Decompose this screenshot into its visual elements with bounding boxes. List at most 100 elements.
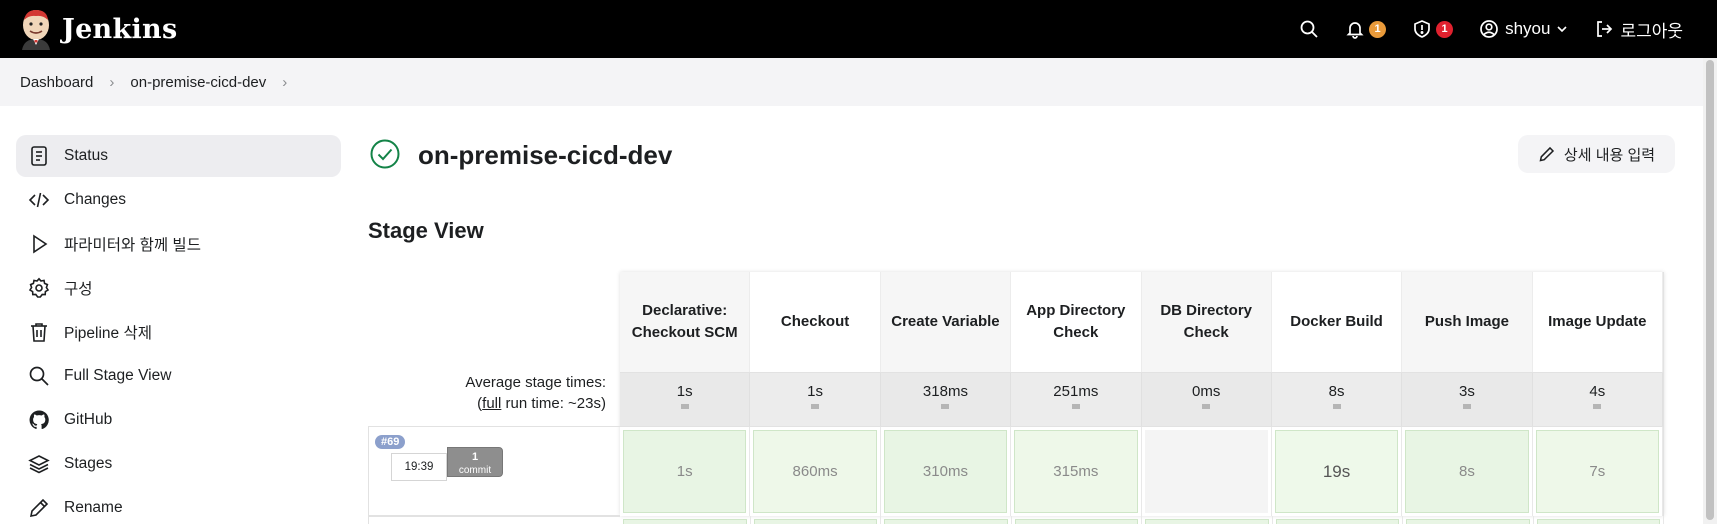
stage-table: Declarative: Checkout SCM Checkout Creat…	[620, 272, 1664, 516]
stage-header-row: Declarative: Checkout SCM Checkout Creat…	[620, 272, 1663, 372]
next-build-info	[368, 516, 620, 524]
sidebar-item-build-with-parameters[interactable]: 파라미터와 함께 빌드	[16, 223, 341, 265]
stage-result-cell[interactable]	[1142, 427, 1272, 516]
average-time: 1s	[807, 383, 823, 400]
sidebar-item-full-stage-view[interactable]: Full Stage View	[16, 355, 341, 397]
stage-header: App Directory Check	[1011, 272, 1142, 372]
sidebar-item-label: Status	[64, 147, 108, 164]
average-bar	[1462, 404, 1471, 409]
stage-duration: 8s	[1405, 430, 1529, 513]
logout-button[interactable]: 로그아웃	[1594, 17, 1683, 42]
average-time: 251ms	[1053, 383, 1099, 400]
breadcrumb-separator-icon: ›	[109, 73, 115, 91]
stage-view-heading: Stage View	[368, 218, 484, 243]
stage-header: DB Directory Check	[1141, 272, 1272, 372]
pencil-icon	[29, 498, 49, 518]
average-time-cell: 1s	[620, 373, 751, 426]
breadcrumb-dashboard[interactable]: Dashboard	[20, 74, 93, 91]
security-button[interactable]: 1	[1412, 19, 1454, 39]
stage-duration: 860ms	[753, 430, 877, 513]
breadcrumb-job[interactable]: on-premise-cicd-dev	[130, 74, 266, 91]
average-time-cell: 251ms	[1011, 373, 1142, 426]
next-stage-cell	[1403, 516, 1534, 524]
logout-label: 로그아웃	[1620, 21, 1683, 41]
average-time: 3s	[1459, 383, 1475, 400]
average-time-cell: 4s	[1532, 373, 1663, 426]
jenkins-logo[interactable]: Jenkins	[18, 8, 177, 50]
stage-duration	[1144, 430, 1268, 513]
average-time-cell: 8s	[1271, 373, 1403, 426]
average-times-row: 1s 1s 318ms 251ms 0ms 8s 3s 4s	[620, 372, 1663, 426]
avg-label-suffix: run time: ~23s)	[501, 395, 606, 412]
stage-header: Push Image	[1402, 272, 1533, 372]
notifications-button[interactable]: 1	[1345, 19, 1387, 39]
sidebar-item-github[interactable]: GitHub	[16, 399, 341, 441]
stage-result-cell[interactable]: 310ms	[881, 427, 1012, 516]
next-stage-cell	[1012, 516, 1142, 524]
avg-label-line2: (full run time: ~23s)	[368, 393, 606, 414]
average-bar	[1332, 404, 1341, 409]
page-scrollbar[interactable]	[1703, 58, 1717, 524]
stage-duration: 1s	[623, 430, 747, 513]
edit-description-button[interactable]: 상세 내용 입력	[1518, 135, 1675, 173]
build-time: 19:39	[391, 453, 447, 481]
next-stage-cell	[1534, 516, 1664, 524]
sidebar-item-label: Changes	[64, 191, 127, 208]
stage-header: Docker Build	[1271, 272, 1403, 372]
sidebar-item-label: 파라미터와 함께 빌드	[64, 237, 201, 254]
shield-alert-icon	[1414, 20, 1430, 38]
sidebar-item-label: Full Stage View	[64, 367, 172, 384]
commit-count-number: 1	[471, 451, 479, 463]
stage-header: Image Update	[1532, 272, 1663, 372]
breadcrumb-separator-icon[interactable]: ›	[282, 74, 287, 91]
code-icon	[28, 192, 50, 208]
average-bar	[941, 404, 950, 409]
stage-result-cell[interactable]: 19s	[1272, 427, 1403, 516]
stage-duration: 7s	[1535, 430, 1659, 513]
edit-description-label: 상세 내용 입력	[1563, 146, 1656, 164]
search-icon	[1300, 20, 1318, 38]
average-stage-times-label: Average stage times: (full run time: ~23…	[368, 372, 606, 414]
stage-result-cell[interactable]: 315ms	[1011, 427, 1142, 516]
logout-icon	[1597, 21, 1613, 37]
user-menu[interactable]: shyou	[1479, 19, 1568, 39]
sidebar-item-rename[interactable]: Rename	[16, 487, 341, 524]
search-icon	[29, 366, 49, 386]
commit-count[interactable]: 1 commit	[447, 447, 503, 477]
sidebar-item-status[interactable]: Status	[16, 135, 341, 177]
sidebar-item-stages[interactable]: Stages	[16, 443, 341, 485]
build-number-badge[interactable]: #69	[375, 435, 406, 449]
average-time: 318ms	[922, 383, 968, 400]
stage-result-cell[interactable]: 8s	[1402, 427, 1533, 516]
jenkins-butler-icon	[22, 10, 50, 50]
sidebar-item-configure[interactable]: 구성	[16, 267, 341, 309]
sidebar-item-label: Stages	[64, 455, 113, 472]
stage-duration: 19s	[1274, 430, 1399, 513]
layers-icon	[28, 455, 50, 474]
success-check-icon	[370, 139, 400, 169]
average-time: 4s	[1589, 383, 1606, 400]
next-stage-cell	[881, 516, 1012, 524]
sidebar-item-changes[interactable]: Changes	[16, 179, 341, 221]
scrollbar-thumb[interactable]	[1706, 60, 1714, 520]
sidebar: Status Changes 파라미터와 함께 빌드 구성 Pipeline 삭…	[16, 135, 341, 524]
stage-result-cell[interactable]: 7s	[1533, 427, 1663, 516]
stage-result-cell[interactable]: 860ms	[750, 427, 881, 516]
trash-icon	[31, 323, 47, 342]
user-name: shyou	[1505, 19, 1551, 38]
stage-result-cell[interactable]: 1s	[620, 427, 751, 516]
sidebar-item-label: GitHub	[64, 411, 113, 428]
gear-icon	[28, 277, 50, 298]
average-time-cell: 3s	[1402, 373, 1533, 426]
full-run-time-link[interactable]: full	[482, 395, 501, 412]
bell-icon	[1346, 22, 1364, 39]
chevron-down-icon	[1557, 26, 1568, 33]
user-icon	[1480, 20, 1498, 38]
build-run-row: 1s 860ms 310ms 315ms 19s 8s 7s	[620, 426, 1663, 516]
search-button[interactable]	[1299, 19, 1319, 39]
document-icon	[31, 146, 47, 166]
sidebar-item-delete-pipeline[interactable]: Pipeline 삭제	[16, 311, 341, 353]
stage-header: Checkout	[750, 272, 881, 372]
github-icon	[29, 410, 49, 430]
average-time: 0ms	[1192, 383, 1221, 400]
